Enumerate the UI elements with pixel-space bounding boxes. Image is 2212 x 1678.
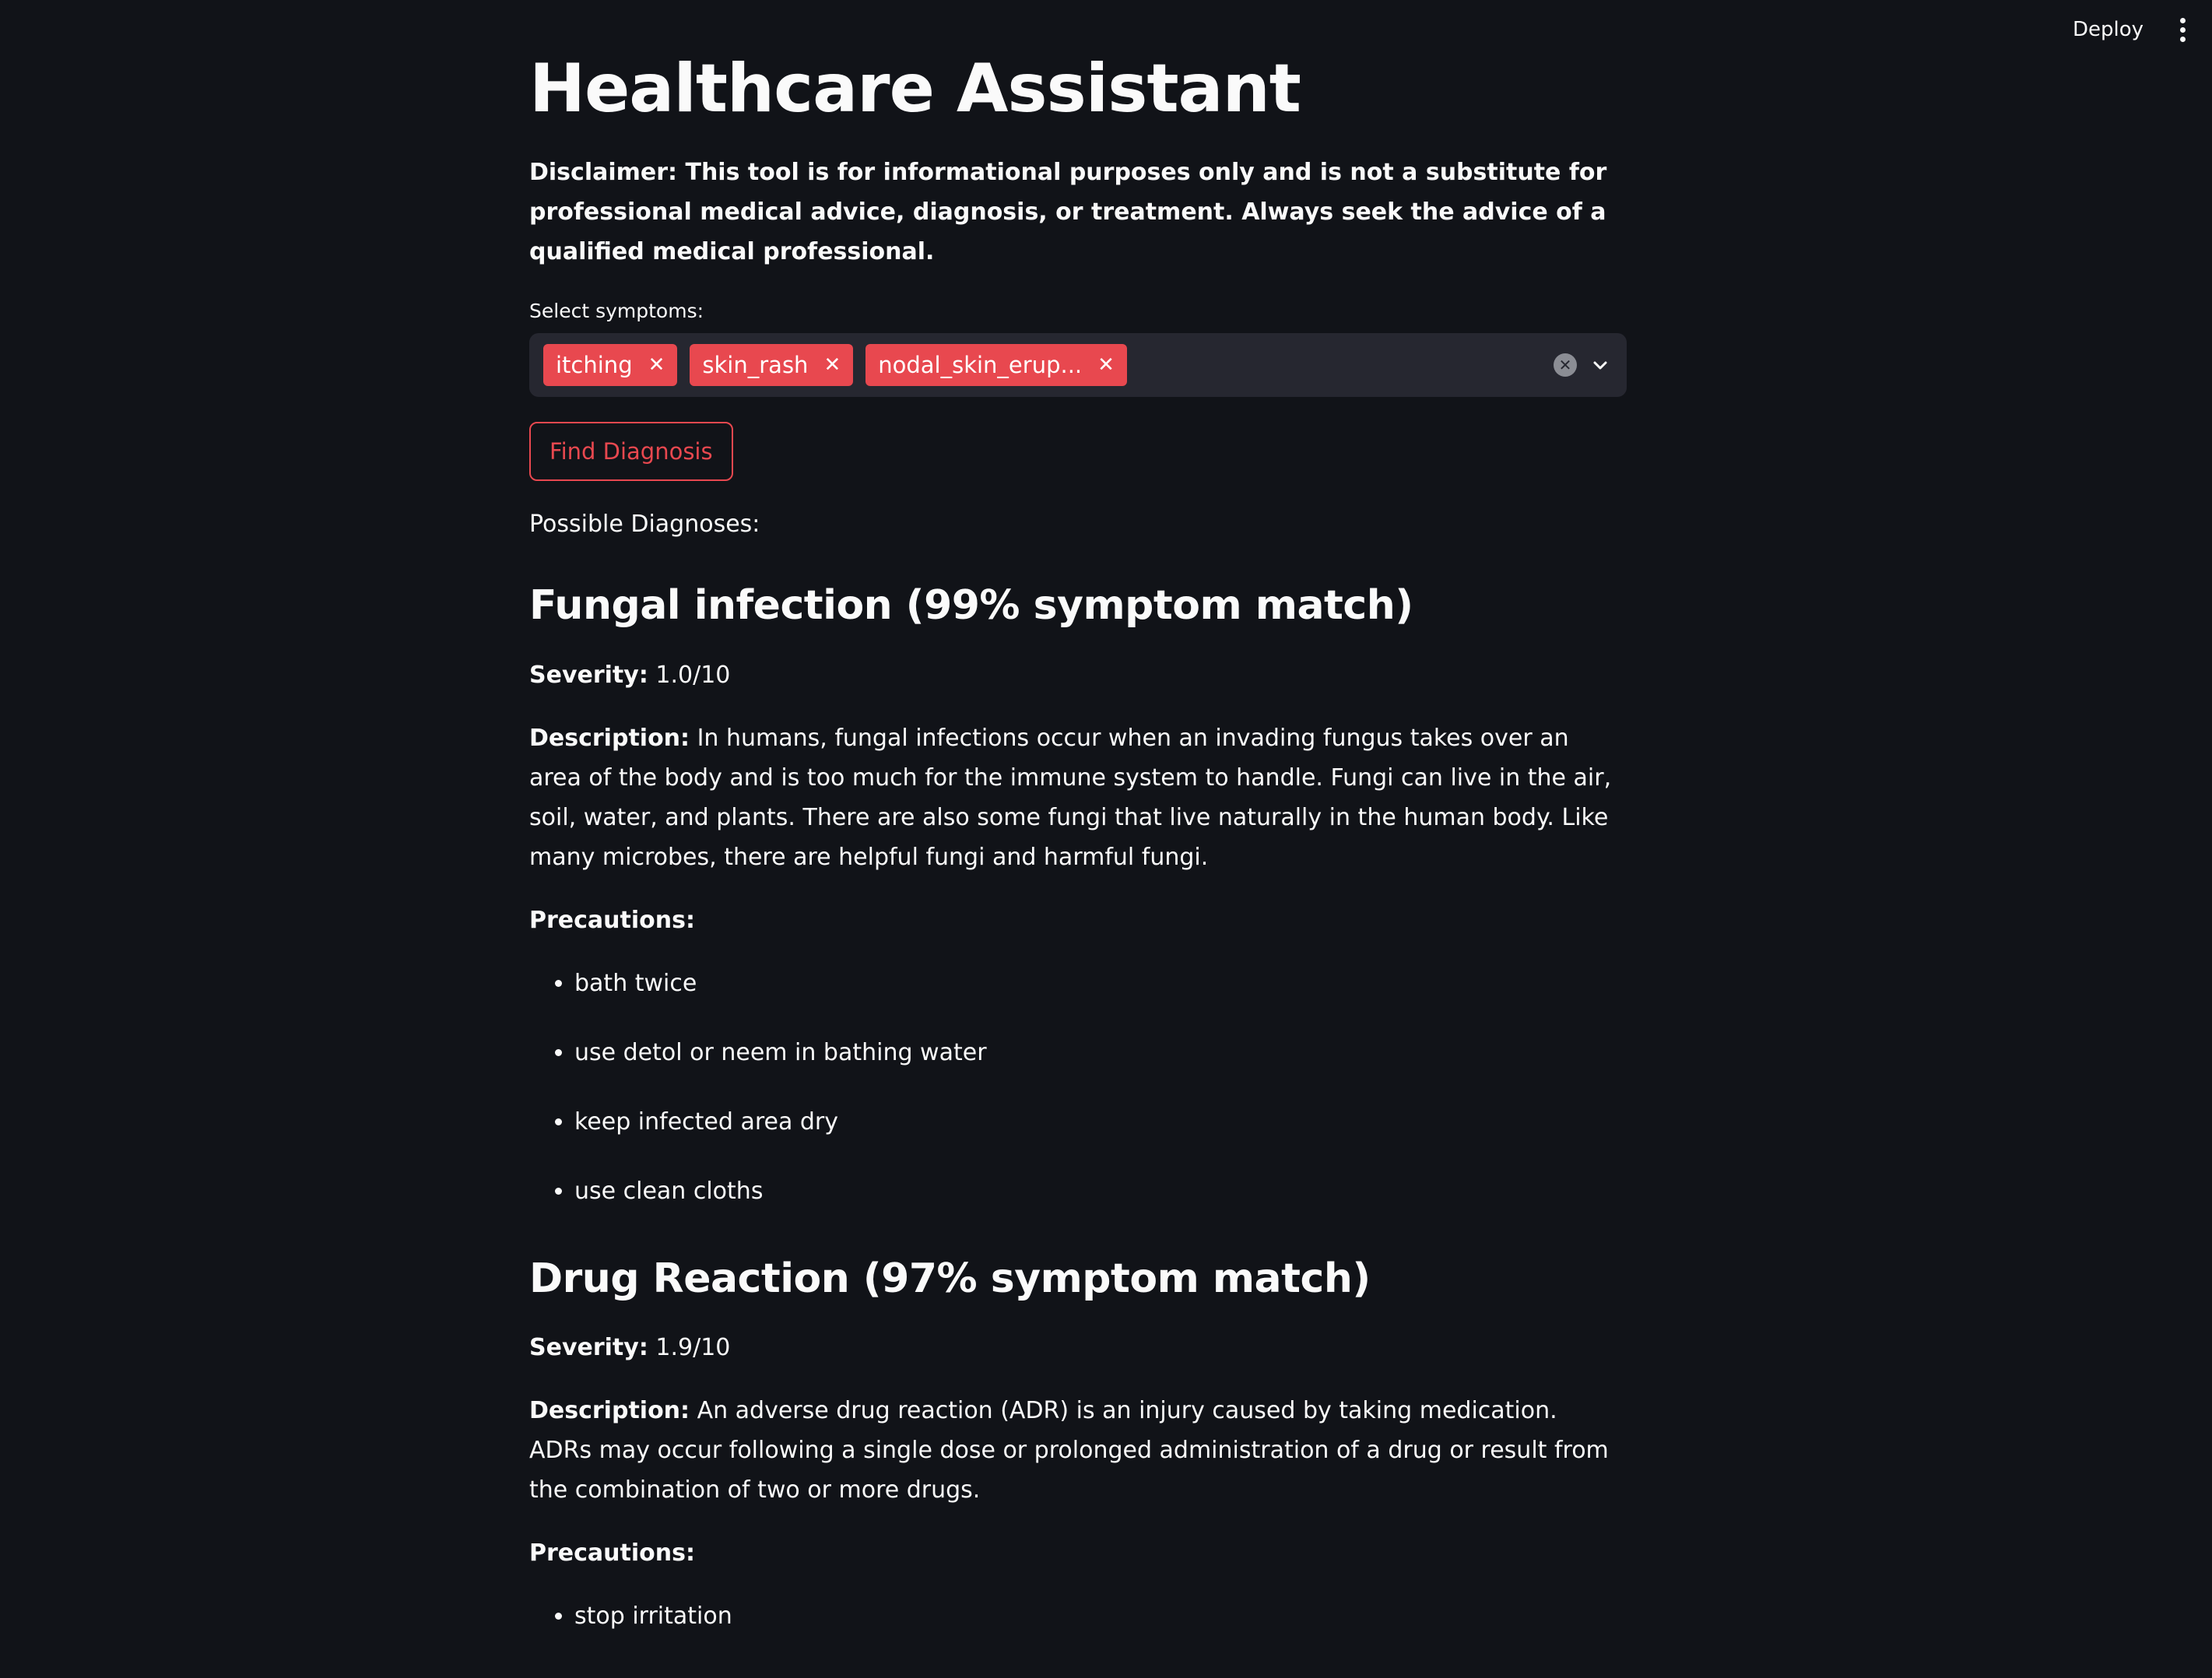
diagnosis-title: Drug Reaction (97% symptom match) xyxy=(529,1255,1371,1302)
symptoms-multiselect[interactable]: itching ✕ skin_rash ✕ nodal_skin_erup...… xyxy=(529,333,1627,398)
severity-label: Severity: xyxy=(529,1334,648,1362)
precautions-list: stop irritation xyxy=(529,1596,1627,1636)
description-text: In humans, fungal infections occur when … xyxy=(529,724,1612,871)
diagnosis-card: Fungal infection (99% symptom match) Sev… xyxy=(529,581,1627,1210)
multiselect-controls: ✕ xyxy=(1554,333,1610,397)
description-text: An adverse drug reaction (ADR) is an inj… xyxy=(529,1397,1609,1504)
disclaimer-text: Disclaimer: This tool is for information… xyxy=(529,159,1607,266)
deploy-button[interactable]: Deploy xyxy=(2060,9,2156,51)
symptom-tag-label: itching xyxy=(556,352,633,379)
symptom-tag: nodal_skin_erup... ✕ xyxy=(865,344,1127,387)
symptom-tag-label: skin_rash xyxy=(702,352,809,379)
chevron-down-icon[interactable] xyxy=(1591,356,1610,374)
page-title: Healthcare Assistant xyxy=(529,50,1301,128)
precautions-label: Precautions: xyxy=(529,1539,695,1567)
diagnosis-card: Drug Reaction (97% symptom match) Severi… xyxy=(529,1255,1627,1636)
precaution-item: bath twice xyxy=(574,964,1627,1003)
precautions-heading: Precautions: xyxy=(529,1533,1627,1573)
remove-tag-icon[interactable]: ✕ xyxy=(648,353,665,377)
precautions-heading: Precautions: xyxy=(529,900,1627,940)
symptom-tag: itching ✕ xyxy=(543,344,678,387)
kebab-menu-icon[interactable] xyxy=(2175,17,2190,42)
severity-value: 1.0/10 xyxy=(655,661,731,689)
precaution-item: stop irritation xyxy=(574,1596,1627,1636)
top-toolbar: Deploy xyxy=(2060,0,2212,59)
results-label: Possible Diagnoses: xyxy=(529,511,760,539)
severity-value: 1.9/10 xyxy=(655,1334,731,1362)
main-content: Healthcare Assistant Disclaimer: This to… xyxy=(529,45,1627,1666)
clear-all-icon[interactable]: ✕ xyxy=(1554,353,1577,377)
diagnosis-title: Fungal infection (99% symptom match) xyxy=(529,582,1413,630)
precautions-list: bath twice use detol or neem in bathing … xyxy=(529,964,1627,1211)
symptom-tag: skin_rash ✕ xyxy=(690,344,854,387)
severity-label: Severity: xyxy=(529,661,648,689)
symptoms-label: Select symptoms: xyxy=(529,300,704,323)
severity-line: Severity: 1.9/10 xyxy=(529,1328,1627,1367)
precaution-item: use detol or neem in bathing water xyxy=(574,1033,1627,1072)
severity-line: Severity: 1.0/10 xyxy=(529,655,1627,695)
remove-tag-icon[interactable]: ✕ xyxy=(823,353,841,377)
description-label: Description: xyxy=(529,1397,690,1425)
precaution-item: use clean cloths xyxy=(574,1171,1627,1211)
description-line: Description: In humans, fungal infection… xyxy=(529,718,1627,877)
remove-tag-icon[interactable]: ✕ xyxy=(1097,353,1115,377)
symptom-tag-label: nodal_skin_erup... xyxy=(878,352,1083,379)
precaution-item: keep infected area dry xyxy=(574,1102,1627,1142)
find-diagnosis-button[interactable]: Find Diagnosis xyxy=(529,422,733,482)
precautions-label: Precautions: xyxy=(529,906,695,934)
description-line: Description: An adverse drug reaction (A… xyxy=(529,1391,1627,1510)
description-label: Description: xyxy=(529,724,690,752)
